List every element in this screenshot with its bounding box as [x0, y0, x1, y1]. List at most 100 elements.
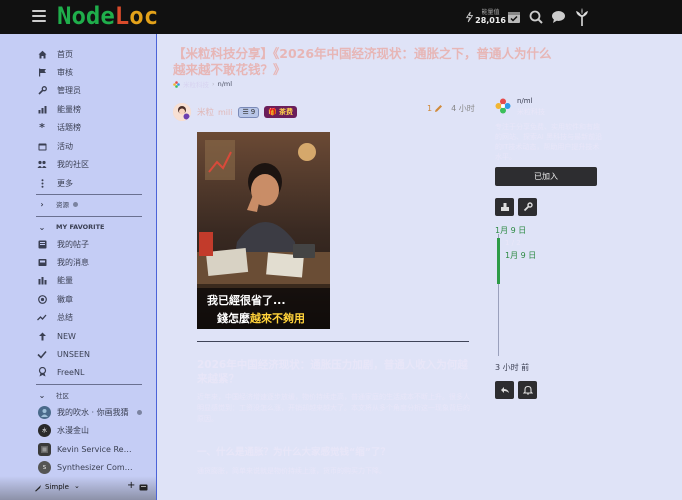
home-icon [36, 48, 48, 60]
sidebar: 首页 审核 管理员 能量榜 * 话题榜 活动 我的社区 更多 › 资源 ⌄ MY… [0, 34, 157, 500]
timeline-current-date: 1月 9 日 [505, 251, 537, 260]
wrench-icon [523, 202, 533, 212]
post-subheading: 一、什么是通胀？为什么大家感觉钱“缩”了？ [197, 447, 390, 458]
post-author-row: 米粒 mili ☰ 9 🎁 茶费 [173, 102, 297, 122]
brush-icon [35, 485, 41, 492]
calendar-icon [36, 140, 48, 152]
main-content: 【米粒科技分享】《2026年中国经济现状：通胀之下，普通人为什么越来越不敢花钱？… [157, 34, 682, 500]
section-resources[interactable]: › 资源 [36, 198, 78, 210]
user-avatar-icon[interactable] [574, 7, 590, 27]
unread-dot [73, 201, 78, 207]
section-community[interactable]: ⌄ 社区 [36, 389, 69, 401]
sidebar-item-new[interactable]: NEW [36, 329, 76, 343]
channel-avatar [38, 406, 51, 419]
edit-count[interactable]: 1 [427, 104, 432, 113]
timeline-start-date[interactable]: 1月 9 日 [495, 225, 526, 236]
chart-icon [36, 103, 48, 115]
category-logo-icon[interactable] [495, 98, 511, 114]
category-subname[interactable]: 米粒科技 [517, 107, 545, 117]
hamburger-menu-icon[interactable] [32, 10, 46, 22]
channel-avatar: S [38, 461, 51, 474]
breadcrumb-tag[interactable]: n/ml [218, 80, 232, 88]
wrench-icon [36, 84, 48, 96]
author-handle[interactable]: mili [218, 108, 232, 117]
sidebar-item-energy-rank[interactable]: 能量榜 [36, 102, 81, 116]
channel-avatar: 水 [38, 424, 51, 437]
post-heading: 2026年中国经济现状：通胀压力加剧，普通人收入为何越来越紧？ [197, 359, 468, 385]
site-logo[interactable]: NodeLoc [57, 2, 158, 30]
topic-title[interactable]: 【米粒科技分享】《2026年中国经济现状：通胀之下，普通人为什么越来越不敢花钱？… [173, 46, 553, 78]
asterisk-icon: * [39, 120, 45, 134]
top-header: NodeLoc 能量值 28,016 [0, 0, 682, 34]
breadcrumb: 米粒科技 › n/ml [173, 79, 232, 89]
admin-wrench-button[interactable] [518, 198, 537, 216]
calendar-check-icon[interactable] [507, 10, 521, 24]
sidebar-item-more[interactable]: 更多 [36, 176, 73, 190]
sidebar-item-my-messages[interactable]: 我的消息 [36, 255, 89, 269]
sidebar-item-freenl[interactable]: FreeNL [36, 365, 84, 379]
author-avatar[interactable] [173, 103, 191, 121]
timeline-handle[interactable] [497, 238, 500, 284]
category-name[interactable]: n/ml [517, 97, 533, 105]
posts-icon [36, 238, 48, 250]
category-info-button[interactable] [495, 198, 514, 216]
chevron-right-icon: › [40, 199, 44, 209]
post-image[interactable]: 我已經很省了... 錢怎麼越來不夠用 [197, 132, 330, 329]
sidebar-item-home[interactable]: 首页 [36, 47, 73, 61]
sidebar-item-review[interactable]: 审核 [36, 65, 73, 79]
chevron-down-icon: ⌄ [38, 222, 46, 232]
post-meta: 1 4 小时 [427, 103, 475, 114]
energy-label: 能量值 [481, 9, 500, 16]
sidebar-item-admin[interactable]: 管理员 [36, 83, 81, 97]
add-icon[interactable]: + [127, 480, 135, 491]
timeline-end-time[interactable]: 3 小时 前 [495, 362, 529, 373]
theme-dropdown-icon[interactable]: ⌄ [74, 482, 80, 490]
reply-icon [500, 387, 509, 393]
sidebar-channel[interactable]: S Synthesizer Community [38, 460, 150, 475]
author-name[interactable]: 米粒 [197, 106, 214, 118]
energy-stat[interactable]: 能量值 28,016 [466, 6, 506, 28]
reply-button[interactable] [495, 381, 514, 399]
section-my-favorite[interactable]: ⌄ MY FAVORITE [36, 221, 105, 233]
chat-icon[interactable] [551, 10, 566, 24]
sidebar-item-topic-rank[interactable]: * 话题榜 [36, 120, 81, 134]
badge-icon [36, 293, 48, 305]
joined-button[interactable]: 已加入 [495, 167, 597, 186]
gift-badge[interactable]: 🎁 茶费 [264, 106, 297, 118]
summary-icon [36, 311, 48, 323]
flag-icon [36, 66, 48, 78]
energy-icon [36, 274, 48, 286]
chevron-down-icon: ⌄ [38, 390, 46, 400]
sidebar-item-unseen[interactable]: UNSEEN [36, 347, 90, 361]
notification-button[interactable] [518, 381, 537, 399]
sidebar-item-my-community[interactable]: 我的社区 [36, 157, 89, 171]
post-time[interactable]: 4 小时 [451, 103, 475, 114]
sidebar-item-energy[interactable]: 能量 [36, 273, 73, 287]
sidebar-channel[interactable]: 水 水漫金山 [38, 423, 150, 438]
search-icon[interactable] [529, 10, 543, 24]
sidebar-channel[interactable]: 我的吹水 · 你画我猜 [38, 405, 150, 420]
sidebar-channel[interactable]: Kevin Service Region [38, 442, 150, 457]
keyboard-icon[interactable] [139, 484, 148, 491]
users-icon [36, 158, 48, 170]
channel-avatar [38, 443, 51, 456]
sidebar-item-my-posts[interactable]: 我的帖子 [36, 237, 89, 251]
sidebar-item-badges[interactable]: 徽章 [36, 292, 73, 306]
content-divider [197, 341, 469, 342]
more-icon [36, 177, 48, 189]
breadcrumb-category[interactable]: 米粒科技 [183, 79, 209, 89]
sidebar-item-summary[interactable]: 总结 [36, 310, 73, 324]
sidebar-item-events[interactable]: 活动 [36, 139, 73, 153]
sidebar-divider [36, 194, 142, 195]
post-paragraph: 通货膨胀，简单来说就是物价持续上涨，货币的购买力下降。 [197, 467, 386, 475]
level-badge: ☰ 9 [238, 106, 260, 118]
theme-selector[interactable]: Simple [45, 483, 69, 491]
pencil-icon[interactable] [434, 104, 443, 113]
freenl-icon [36, 366, 48, 378]
breadcrumb-separator: › [212, 80, 215, 88]
category-flower-icon [173, 80, 180, 88]
check-icon [36, 348, 48, 360]
up-arrow-icon [36, 330, 48, 342]
inbox-icon [36, 256, 48, 268]
post-paragraph: 近年来，中国经济增速逐步放缓，物价持续走高，普通家庭的生活成本不断上升。很多人明… [197, 393, 470, 423]
